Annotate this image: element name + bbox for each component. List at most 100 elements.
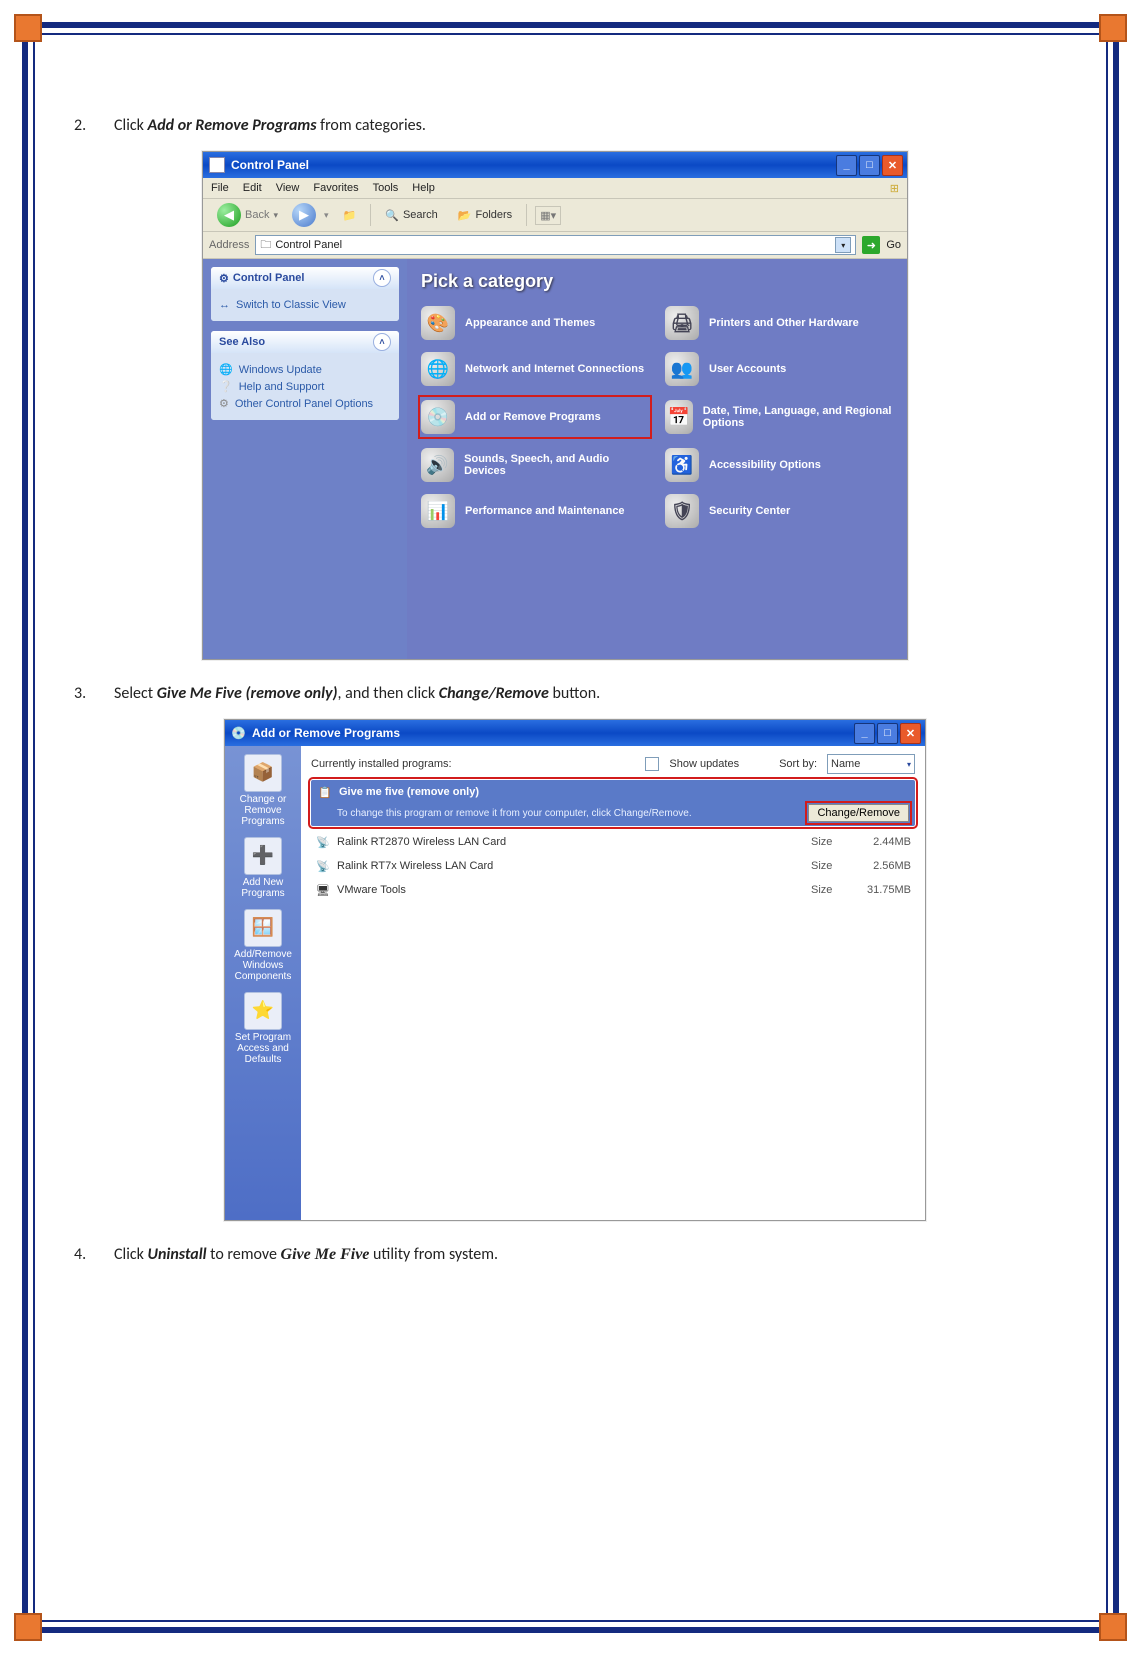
folders-button[interactable]: 📂 Folders: [452, 207, 518, 224]
arrow-icon: ↔: [219, 299, 230, 311]
category-accessibility[interactable]: ♿Accessibility Options: [665, 448, 893, 482]
titlebar[interactable]: Control Panel _ □ ✕: [203, 152, 907, 178]
sidebar: ⚙Control Panel ˄ ↔ Switch to Classic Vie…: [203, 259, 407, 659]
globe-icon: 🌐: [219, 363, 233, 376]
maximize-button[interactable]: □: [859, 155, 880, 176]
sidebar-change-remove[interactable]: 📦Change or Remove Programs: [227, 754, 299, 827]
window-title: Control Panel: [231, 158, 309, 172]
corner-decoration: [1099, 14, 1127, 42]
step-number: 2.: [74, 116, 88, 135]
printer-icon: 🖨: [665, 306, 699, 340]
category-performance[interactable]: 📊Performance and Maintenance: [421, 494, 649, 528]
views-button[interactable]: ▦▾: [535, 206, 561, 225]
selected-hint: To change this program or remove it from…: [337, 808, 692, 819]
window-title: Add or Remove Programs: [252, 726, 400, 740]
menubar: File Edit View Favorites Tools Help ⊞: [203, 178, 907, 199]
see-also-help[interactable]: ❔Help and Support: [219, 378, 391, 395]
menu-file[interactable]: File: [211, 182, 229, 194]
help-icon: ❔: [219, 380, 233, 393]
sidebar-panel-see-also: See Also ˄ 🌐Windows Update ❔Help and Sup…: [211, 331, 399, 420]
corner-decoration: [14, 14, 42, 42]
category-add-remove-programs[interactable]: 💿Add or Remove Programs: [421, 398, 649, 436]
go-button[interactable]: ➜: [862, 236, 880, 254]
program-icon: 📋: [317, 784, 333, 800]
category-appearance[interactable]: 🎨Appearance and Themes: [421, 306, 649, 340]
category-date-time[interactable]: 📅Date, Time, Language, and Regional Opti…: [665, 398, 893, 436]
selected-program[interactable]: 📋 Give me five (remove only) To change t…: [311, 780, 915, 826]
forward-button[interactable]: ▶: [292, 203, 316, 227]
go-label: Go: [886, 239, 901, 251]
program-row[interactable]: 📡 Ralink RT2870 Wireless LAN Card Size 2…: [311, 830, 915, 854]
menu-help[interactable]: Help: [412, 182, 435, 194]
calendar-icon: 📅: [665, 400, 693, 434]
address-input[interactable]: 🗀 Control Panel ▾: [255, 235, 856, 255]
search-button[interactable]: 🔍 Search: [379, 207, 444, 224]
add-icon: ➕: [244, 837, 282, 875]
options-icon: ⚙: [219, 397, 229, 410]
main-area: Currently installed programs: Show updat…: [301, 746, 925, 1220]
cd-icon: 💿: [421, 400, 455, 434]
collapse-icon[interactable]: ˄: [373, 333, 391, 351]
sidebar-set-access[interactable]: ⭐Set Program Access and Defaults: [227, 992, 299, 1065]
category-security[interactable]: 🛡Security Center: [665, 494, 893, 528]
menu-tools[interactable]: Tools: [373, 182, 399, 194]
windows-flag-icon: ⊞: [890, 182, 899, 195]
window-icon: 🪟: [244, 909, 282, 947]
address-dropdown[interactable]: ▾: [835, 237, 851, 253]
main-area: Pick a category 🎨Appearance and Themes 🖨…: [407, 259, 907, 659]
close-button[interactable]: ✕: [882, 155, 903, 176]
chart-icon: 📊: [421, 494, 455, 528]
corner-decoration: [14, 1613, 42, 1641]
see-also-other[interactable]: ⚙Other Control Panel Options: [219, 395, 391, 412]
corner-decoration: [1099, 1613, 1127, 1641]
minimize-button[interactable]: _: [836, 155, 857, 176]
step-number: 4.: [74, 1245, 88, 1264]
sidebar: 📦Change or Remove Programs ➕Add New Prog…: [225, 746, 301, 1220]
step-4: 4. Click Uninstall to remove Give Me Fiv…: [74, 1245, 1067, 1264]
globe-icon: 🌐: [421, 352, 455, 386]
folder-icon: 🗀: [260, 236, 271, 255]
add-remove-programs-window: 💿 Add or Remove Programs _ □ ✕ 📦Change o…: [224, 719, 926, 1221]
minimize-button[interactable]: _: [854, 723, 875, 744]
speaker-icon: 🔊: [421, 448, 454, 482]
app-icon: 💿: [231, 726, 246, 740]
accessibility-icon: ♿: [665, 448, 699, 482]
sidebar-windows-components[interactable]: 🪟Add/Remove Windows Components: [227, 909, 299, 982]
menu-favorites[interactable]: Favorites: [313, 182, 358, 194]
sort-select[interactable]: Name▾: [827, 754, 915, 774]
sidebar-panel-control-panel: ⚙Control Panel ˄ ↔ Switch to Classic Vie…: [211, 267, 399, 321]
main-heading: Pick a category: [421, 271, 893, 292]
star-icon: ⭐: [244, 992, 282, 1030]
address-label: Address: [209, 239, 249, 251]
show-updates-label: Show updates: [669, 758, 739, 770]
show-updates-checkbox[interactable]: [645, 757, 659, 771]
switch-classic-view[interactable]: ↔ Switch to Classic View: [219, 297, 391, 313]
shield-icon: 🛡: [665, 494, 699, 528]
address-bar: Address 🗀 Control Panel ▾ ➜ Go: [203, 232, 907, 259]
program-icon: 🖥: [315, 882, 331, 898]
close-button[interactable]: ✕: [900, 723, 921, 744]
category-printers[interactable]: 🖨Printers and Other Hardware: [665, 306, 893, 340]
sidebar-add-new[interactable]: ➕Add New Programs: [227, 837, 299, 899]
menu-edit[interactable]: Edit: [243, 182, 262, 194]
titlebar[interactable]: 💿 Add or Remove Programs _ □ ✕: [225, 720, 925, 746]
menu-view[interactable]: View: [276, 182, 300, 194]
back-button[interactable]: ◀Back▾: [211, 201, 284, 229]
change-remove-button[interactable]: Change/Remove: [808, 804, 909, 822]
collapse-icon[interactable]: ˄: [373, 269, 391, 287]
step-text: Select Give Me Five (remove only), and t…: [114, 684, 600, 703]
category-sounds[interactable]: 🔊Sounds, Speech, and Audio Devices: [421, 448, 649, 482]
program-icon: 📡: [315, 834, 331, 850]
see-also-windows-update[interactable]: 🌐Windows Update: [219, 361, 391, 378]
step-number: 3.: [74, 684, 88, 703]
maximize-button[interactable]: □: [877, 723, 898, 744]
sort-label: Sort by:: [779, 758, 817, 770]
category-users[interactable]: 👥User Accounts: [665, 352, 893, 386]
program-row[interactable]: 🖥 VMware Tools Size 31.75MB: [311, 878, 915, 902]
control-panel-window: Control Panel _ □ ✕ File Edit View Favor…: [202, 151, 908, 660]
category-network[interactable]: 🌐Network and Internet Connections: [421, 352, 649, 386]
program-row[interactable]: 📡 Ralink RT7x Wireless LAN Card Size 2.5…: [311, 854, 915, 878]
installed-label: Currently installed programs:: [311, 758, 452, 770]
settings-icon: ⚙: [219, 272, 229, 285]
up-button[interactable]: 📁: [337, 207, 363, 224]
